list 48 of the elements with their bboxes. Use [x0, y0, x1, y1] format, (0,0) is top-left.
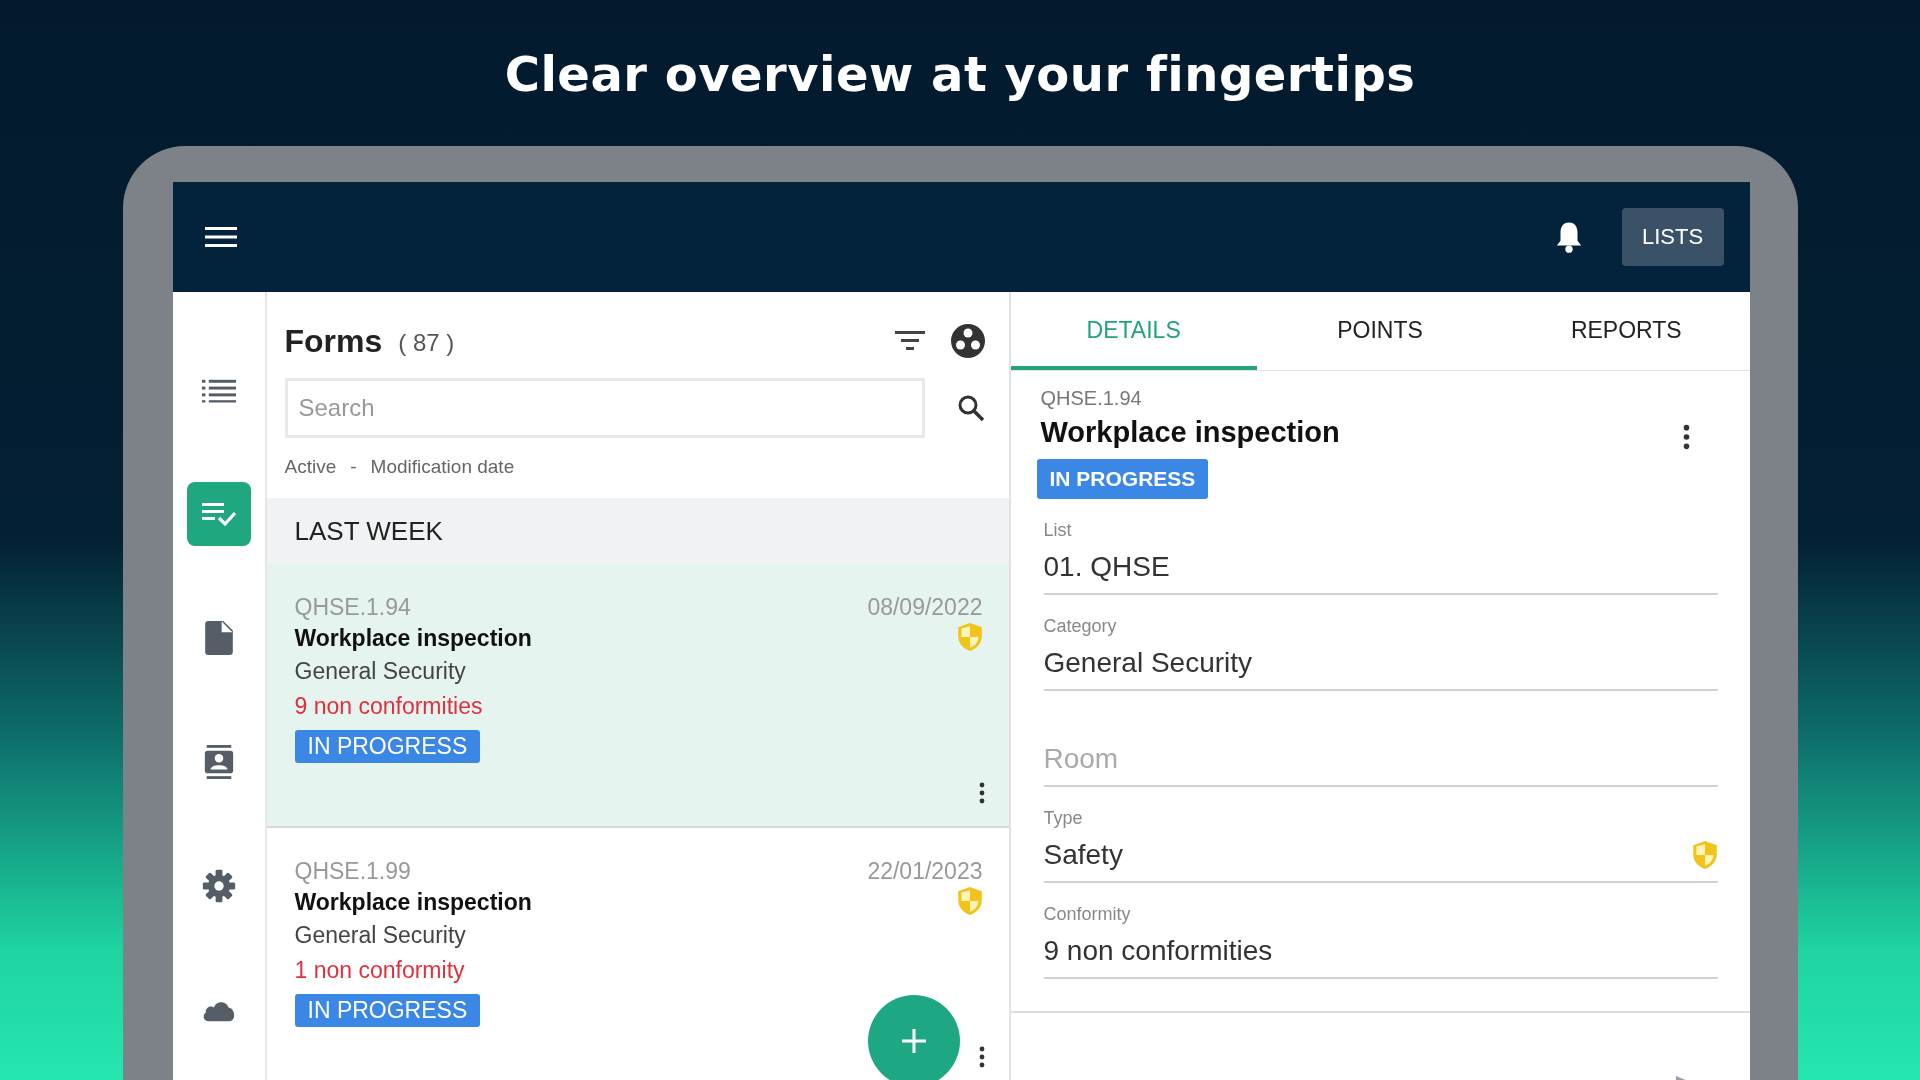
tab[interactable]: REPORTS [1503, 292, 1750, 370]
rail-button[interactable] [186, 482, 251, 546]
field-label: Category [1043, 616, 1118, 637]
more-options-icon[interactable] [1682, 423, 1690, 451]
nonconformity-count: 1 non conformity [294, 957, 465, 984]
form-code: QHSE.1.99 [294, 858, 411, 885]
form-date: 08/09/2022 [867, 594, 983, 621]
more-options-icon[interactable] [978, 1046, 985, 1068]
plus-icon [901, 1029, 926, 1053]
text-field[interactable]: General Security [1043, 637, 1718, 691]
section-header: LAST WEEK [266, 498, 1009, 564]
more-options-icon[interactable] [978, 782, 985, 804]
shield-icon [1691, 840, 1718, 870]
status-badge: IN PROGRESS [294, 994, 481, 1027]
group-icon[interactable] [950, 324, 985, 358]
form-category: General Security [294, 658, 466, 685]
filter-text: - [350, 456, 357, 478]
panel-title: Forms [284, 322, 383, 360]
text-field[interactable]: 9 non conformities [1043, 925, 1718, 979]
form-code: QHSE.1.94 [294, 594, 411, 621]
status-badge: IN PROGRESS [1036, 459, 1209, 499]
headline: Clear overview at your fingertips [504, 46, 1416, 102]
field-label: Type [1043, 808, 1084, 829]
settings-icon [201, 869, 236, 903]
form-title: Workplace inspection [294, 625, 532, 652]
filter-text: Modification date [370, 456, 515, 478]
text-field[interactable]: 01. QHSE [1043, 541, 1718, 595]
filter-text: Active [284, 456, 337, 478]
tab[interactable]: POINTS [1256, 292, 1504, 370]
status-badge: IN PROGRESS [294, 730, 481, 763]
search-icon[interactable] [956, 394, 985, 422]
form-code: QHSE.1.94 [1040, 387, 1142, 410]
text-field[interactable]: Safety [1043, 829, 1718, 883]
form-title: Workplace inspection [294, 889, 532, 916]
filter-icon[interactable] [894, 331, 925, 351]
form-category: General Security [294, 922, 466, 949]
search-field[interactable]: Search [284, 378, 925, 438]
field-label: Conformity [1043, 904, 1132, 925]
menu-icon[interactable] [204, 225, 237, 249]
shield-icon [956, 621, 983, 652]
field-label: List [1043, 520, 1073, 541]
lists-button[interactable]: LISTS [1621, 208, 1724, 266]
shield-icon [956, 885, 983, 916]
form-count: ( 87 ) [398, 329, 455, 357]
form-date: 22/01/2023 [867, 858, 983, 885]
nonconformity-count: 9 non conformities [294, 693, 483, 720]
form-card[interactable]: QHSE.1.94 08/09/2022 Workplace inspection General Security 9 non conformities IN PROGRESS [266, 564, 1009, 828]
form-title: Workplace inspection [1040, 416, 1340, 449]
